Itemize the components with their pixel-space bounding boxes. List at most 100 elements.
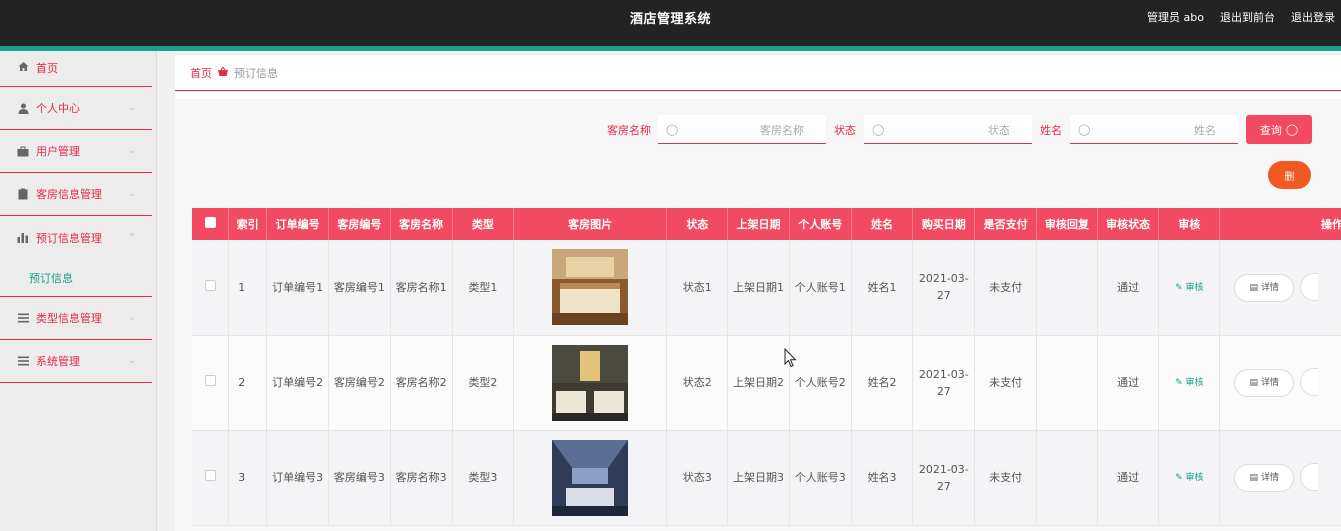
sidebar-item-type-management[interactable]: 类型信息管理 ⌄: [0, 297, 152, 340]
breadcrumb: 首页 预订信息: [190, 65, 278, 81]
col-header-room-no: 客房编号: [328, 208, 391, 240]
query-button-label: 查询: [1259, 123, 1282, 137]
sidebar-item-home[interactable]: 首页: [0, 51, 152, 87]
more-actions-button[interactable]: [1299, 272, 1318, 301]
name-placeholder: 姓名: [1194, 124, 1216, 137]
cell-buy-date: 2021-03-27: [912, 240, 976, 336]
cell-account: 个人账号2: [789, 335, 852, 431]
sidebar-item-personal-center[interactable]: 个人中心 ⌄: [0, 87, 152, 130]
cell-paid: 未支付: [974, 430, 1037, 526]
col-header-list-date: 上架日期: [727, 208, 790, 240]
cell-room-image: [513, 240, 668, 336]
row-checkbox[interactable]: [192, 430, 230, 526]
col-header-audit: 审核: [1158, 208, 1221, 240]
cell-account: 个人账号1: [789, 240, 852, 336]
room-name-input[interactable]: ◯ 客房名称: [658, 115, 826, 144]
detail-button[interactable]: ▤ 详情: [1234, 369, 1294, 398]
search-bar: 客房名称 ◯ 客房名称 状态 ◯ 状态 姓名 ◯ 姓名 查询 ◯: [175, 115, 1341, 145]
col-header-actions: 操作: [1219, 208, 1341, 240]
table-row: 2 订单编号2 客房编号2 客房名称2 类型2 状态2 上架日期2 个人账号2 …: [192, 335, 1341, 431]
audit-link[interactable]: ✎ 审核: [1175, 473, 1203, 483]
more-actions-button[interactable]: [1299, 367, 1318, 396]
header-stripe: [0, 46, 1341, 51]
search-icon: ◯: [666, 123, 679, 136]
cell-reply: [1036, 240, 1098, 336]
admin-user-label[interactable]: 管理员 abo: [1147, 9, 1204, 25]
col-header-order-no: 订单编号: [266, 208, 330, 240]
detail-button[interactable]: ▤ 详情: [1234, 464, 1294, 493]
cell-list-date: 上架日期3: [727, 430, 790, 526]
col-header-name: 姓名: [851, 208, 914, 240]
sidebar-item-system-management[interactable]: 系统管理 ⌄: [0, 340, 152, 383]
breadcrumb-current: 预订信息: [234, 67, 278, 80]
cell-room-no: 客房编号2: [328, 335, 391, 431]
sidebar-item-label: 首页: [36, 62, 58, 75]
room-photo: [552, 439, 629, 516]
room-photo: [552, 344, 629, 421]
list-icon: [17, 355, 29, 367]
col-header-paid: 是否支付: [974, 208, 1037, 240]
col-header-room-name: 客房名称: [390, 208, 453, 240]
audit-link[interactable]: ✎ 审核: [1175, 283, 1203, 293]
cell-order-no: 订单编号3: [266, 430, 330, 526]
row-checkbox[interactable]: [192, 240, 230, 336]
logout-link[interactable]: 退出登录: [1291, 9, 1335, 25]
cell-audit-status: 通过: [1097, 240, 1160, 336]
cell-status: 状态2: [666, 335, 729, 431]
col-header-account: 个人账号: [789, 208, 852, 240]
sidebar-item-room-management[interactable]: 客房信息管理 ⌄: [0, 173, 152, 216]
room-photo: [552, 249, 629, 326]
sidebar-item-user-management[interactable]: 用户管理 ⌄: [0, 130, 152, 173]
cell-paid: 未支付: [974, 335, 1037, 431]
sidebar: 首页 个人中心 ⌄ 用户管理 ⌄ 客房信息管理 ⌄ 预订信息管理 ⌃ 预订信息 …: [0, 51, 157, 531]
col-header-reply: 审核回复: [1036, 208, 1098, 240]
status-input[interactable]: ◯ 状态: [864, 115, 1032, 144]
briefcase-icon: [17, 145, 29, 157]
table-row: 3 订单编号3 客房编号3 客房名称3 类型3 状态3 上架日期3 个人账号3 …: [192, 430, 1341, 526]
basket-icon: [218, 66, 228, 79]
col-header-index: 索引: [228, 208, 268, 240]
exit-to-front-link[interactable]: 退出到前台: [1220, 9, 1275, 25]
cell-room-name: 客房名称3: [390, 430, 453, 526]
document-icon: ▤: [1249, 472, 1258, 483]
mouse-cursor-icon: [784, 348, 797, 368]
cell-status: 状态1: [666, 240, 729, 336]
search-icon: ◯: [1078, 123, 1091, 136]
col-header-buy-date: 购买日期: [912, 208, 976, 240]
cell-type: 类型2: [452, 335, 515, 431]
cell-type: 类型1: [452, 240, 515, 336]
name-label: 姓名: [1040, 124, 1062, 137]
cell-list-date: 上架日期2: [727, 335, 790, 431]
row-checkbox[interactable]: [192, 335, 230, 431]
breadcrumb-divider: [175, 90, 1341, 91]
col-header-room-image: 客房图片: [513, 208, 668, 240]
more-actions-button[interactable]: [1299, 462, 1318, 491]
breadcrumb-home[interactable]: 首页: [190, 65, 212, 81]
cell-buy-date: 2021-03-27: [912, 430, 976, 526]
sidebar-item-label: 系统管理: [36, 355, 80, 368]
cell-index: 2: [228, 335, 268, 431]
top-header: 酒店管理系统 管理员 abo 退出到前台 退出登录: [0, 0, 1341, 46]
edit-icon: ✎: [1175, 282, 1186, 293]
cell-room-no: 客房编号1: [328, 240, 391, 336]
sidebar-item-label: 用户管理: [36, 145, 80, 158]
cell-name: 姓名3: [851, 430, 914, 526]
table-row: 1 订单编号1 客房编号1 客房名称1 类型1 状态1 上架日期1 个人账号1 …: [192, 240, 1341, 336]
sidebar-subitem-booking-info[interactable]: 预订信息: [0, 259, 152, 297]
delete-button[interactable]: 删: [1268, 161, 1311, 189]
edit-icon: ✎: [1175, 378, 1186, 388]
select-all-checkbox[interactable]: [192, 208, 230, 240]
audit-link[interactable]: ✎ 审核: [1175, 378, 1203, 388]
chevron-down-icon: ⌄: [128, 103, 136, 113]
name-input[interactable]: ◯ 姓名: [1070, 115, 1238, 144]
cell-audit: ✎ 审核: [1158, 335, 1221, 431]
query-button[interactable]: 查询 ◯: [1246, 115, 1312, 144]
cell-reply: [1036, 335, 1098, 431]
sidebar-item-booking-management[interactable]: 预订信息管理 ⌃: [0, 216, 152, 259]
app-title: 酒店管理系统: [629, 12, 711, 27]
home-icon: [17, 60, 29, 72]
chevron-down-icon: ⌄: [128, 146, 136, 156]
status-label: 状态: [834, 124, 856, 137]
status-placeholder: 状态: [988, 124, 1010, 137]
detail-button[interactable]: ▤ 详情: [1234, 274, 1294, 302]
